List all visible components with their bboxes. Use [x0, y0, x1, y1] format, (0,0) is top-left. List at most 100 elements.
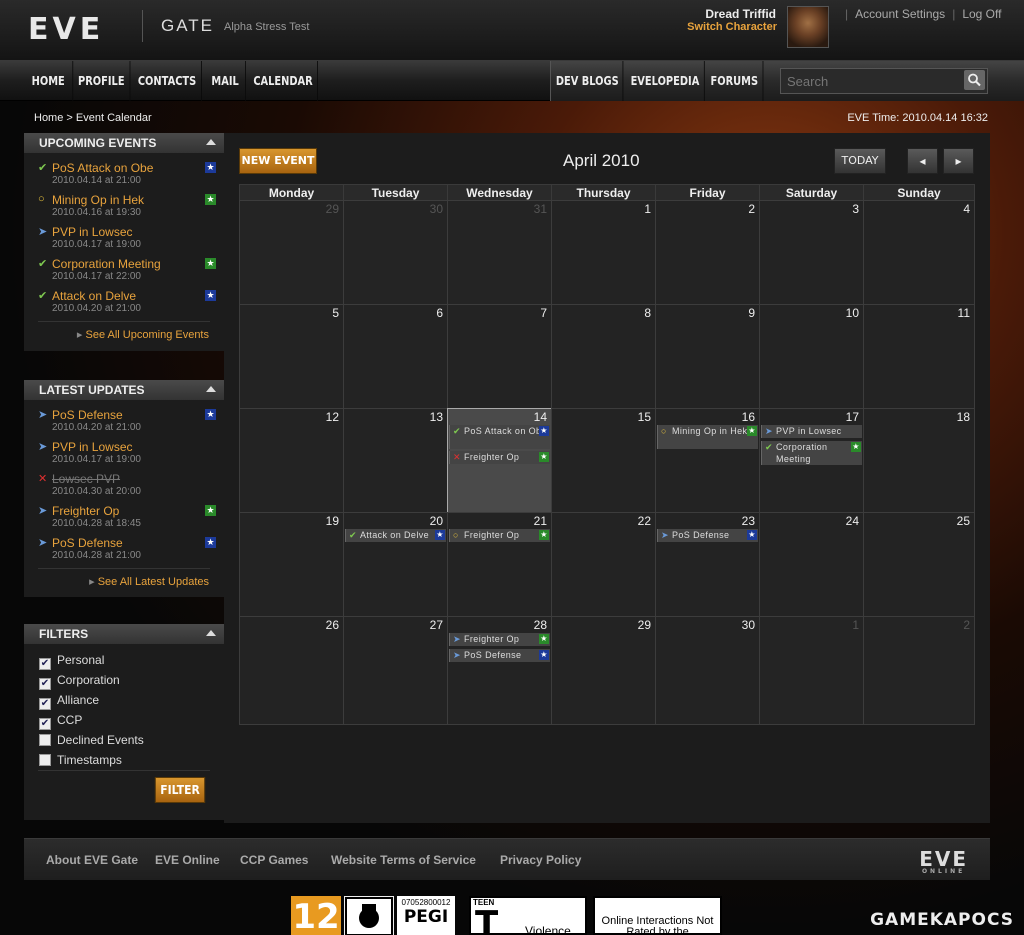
calendar-event[interactable]: ✔ Corporation Meeting ★	[761, 441, 862, 465]
day-cell[interactable]: 4	[863, 200, 975, 305]
footer-link-about[interactable]: About EVE Gate	[46, 853, 138, 867]
nav-forums[interactable]: FORUMS	[706, 61, 764, 101]
day-cell[interactable]: 29	[239, 200, 344, 305]
footer-link-ccp-games[interactable]: CCP Games	[240, 853, 308, 867]
list-item[interactable]: ○ Mining Op in Hek 2010.04.16 at 19:30 ★	[24, 191, 224, 223]
filter-alliance[interactable]: ✔ Alliance	[24, 690, 224, 710]
search-input[interactable]	[780, 68, 988, 94]
day-cell[interactable]: 18	[863, 408, 975, 513]
calendar-event[interactable]: ○ Freighter Op ★	[449, 529, 550, 542]
footer-link-terms[interactable]: Website Terms of Service	[331, 853, 476, 867]
day-cell[interactable]: 17 ➤ PVP in Lowsec ✔ Corporation Meeting ★	[759, 408, 864, 513]
day-cell[interactable]: 12	[239, 408, 344, 513]
day-cell[interactable]: 7	[447, 304, 552, 409]
calendar-event[interactable]: ○ Mining Op in Hek ★	[657, 425, 758, 449]
breadcrumb[interactable]: Home > Event Calendar	[34, 112, 152, 124]
filter-ccp[interactable]: ✔ CCP	[24, 710, 224, 730]
list-item[interactable]: ➤ PVP in Lowsec 2010.04.17 at 19:00	[24, 438, 224, 470]
calendar-event[interactable]: ➤ PVP in Lowsec	[761, 425, 862, 438]
calendar-event[interactable]: ✕ Freighter Op ★	[449, 451, 550, 464]
next-month-button[interactable]: ▸	[943, 148, 974, 174]
day-cell[interactable]: 3	[759, 200, 864, 305]
search-button[interactable]	[964, 70, 985, 90]
checkbox[interactable]: ✔	[39, 718, 51, 730]
event-title[interactable]: Corporation Meeting	[52, 255, 224, 271]
day-cell[interactable]: 16 ○ Mining Op in Hek ★	[655, 408, 760, 513]
day-cell[interactable]: 29	[551, 616, 656, 725]
latest-updates-header[interactable]: LATEST UPDATES	[24, 380, 224, 400]
day-cell[interactable]: 28 ➤ Freighter Op ★ ➤ PoS Defense ★	[447, 616, 552, 725]
calendar-event[interactable]: ➤ PoS Defense ★	[657, 529, 758, 542]
collapse-icon[interactable]	[206, 630, 216, 636]
day-cell[interactable]: 22	[551, 512, 656, 617]
day-cell[interactable]: 15	[551, 408, 656, 513]
day-cell[interactable]: 5	[239, 304, 344, 409]
event-title[interactable]: PoS Defense	[52, 406, 224, 422]
footer-eve-logo[interactable]: EVE ONLINE	[919, 847, 968, 875]
list-item[interactable]: ➤ PoS Defense 2010.04.28 at 21:00 ★	[24, 534, 224, 566]
day-cell[interactable]: 30	[655, 616, 760, 725]
day-cell[interactable]: 30	[343, 200, 448, 305]
checkbox[interactable]: ✔	[39, 678, 51, 690]
calendar-event[interactable]: ➤ PoS Defense ★	[449, 649, 550, 662]
list-item[interactable]: ✔ Corporation Meeting 2010.04.17 at 22:00 ★	[24, 255, 224, 287]
nav-dev-blogs[interactable]: DEV BLOGS	[552, 61, 624, 101]
prev-month-button[interactable]: ◂	[907, 148, 938, 174]
list-item[interactable]: ✕ Lowsec PVP 2010.04.30 at 20:00	[24, 470, 224, 502]
collapse-icon[interactable]	[206, 386, 216, 392]
event-title[interactable]: PoS Attack on Obe	[52, 159, 224, 175]
nav-contacts[interactable]: CONTACTS	[133, 61, 202, 101]
day-cell[interactable]: 6	[343, 304, 448, 409]
day-cell[interactable]: 8	[551, 304, 656, 409]
checkbox[interactable]	[39, 734, 51, 746]
day-cell[interactable]: 2	[655, 200, 760, 305]
event-title[interactable]: Freighter Op	[52, 502, 224, 518]
list-item[interactable]: ➤ PoS Defense 2010.04.20 at 21:00 ★	[24, 406, 224, 438]
filter-corporation[interactable]: ✔ Corporation	[24, 670, 224, 690]
day-cell-today[interactable]: 14 ✔ PoS Attack on Obe ★ ✕ Freighter Op ★	[447, 408, 552, 513]
upcoming-events-header[interactable]: UPCOMING EVENTS	[24, 133, 224, 153]
day-cell[interactable]: 10	[759, 304, 864, 409]
today-button[interactable]: TODAY	[834, 148, 886, 174]
filter-declined[interactable]: Declined Events	[24, 730, 224, 750]
day-cell[interactable]: 24	[759, 512, 864, 617]
day-cell[interactable]: 1	[551, 200, 656, 305]
list-item[interactable]: ✔ Attack on Delve 2010.04.20 at 21:00 ★	[24, 287, 224, 319]
event-title[interactable]: PVP in Lowsec	[52, 223, 224, 239]
nav-profile[interactable]: PROFILE	[73, 61, 131, 101]
eve-logo[interactable]: EVE	[28, 12, 104, 47]
day-cell[interactable]: 13	[343, 408, 448, 513]
day-cell[interactable]: 1	[759, 616, 864, 725]
account-settings-link[interactable]: Account Settings	[855, 7, 945, 21]
list-item[interactable]: ✔ PoS Attack on Obe 2010.04.14 at 21:00 ★	[24, 159, 224, 191]
day-cell[interactable]: 26	[239, 616, 344, 725]
nav-mail[interactable]: MAIL	[205, 61, 246, 101]
list-item[interactable]: ➤ Freighter Op 2010.04.28 at 18:45 ★	[24, 502, 224, 534]
event-title[interactable]: Lowsec PVP	[52, 470, 224, 486]
event-title[interactable]: Attack on Delve	[52, 287, 224, 303]
new-event-button[interactable]: NEW EVENT	[239, 148, 317, 174]
event-title[interactable]: PoS Defense	[52, 534, 224, 550]
calendar-event[interactable]: ✔ Attack on Delve ★	[345, 529, 446, 542]
nav-evelopedia[interactable]: EVELOPEDIA	[626, 61, 705, 101]
event-title[interactable]: Mining Op in Hek	[52, 191, 224, 207]
day-cell[interactable]: 20 ✔ Attack on Delve ★	[343, 512, 448, 617]
avatar[interactable]	[787, 6, 829, 48]
day-cell[interactable]: 2	[863, 616, 975, 725]
day-cell[interactable]: 9	[655, 304, 760, 409]
calendar-event[interactable]: ✔ PoS Attack on Obe ★	[449, 425, 550, 449]
collapse-icon[interactable]	[206, 139, 216, 145]
day-cell[interactable]: 19	[239, 512, 344, 617]
day-cell[interactable]: 25	[863, 512, 975, 617]
checkbox[interactable]: ✔	[39, 698, 51, 710]
day-cell[interactable]: 11	[863, 304, 975, 409]
day-cell[interactable]: 27	[343, 616, 448, 725]
event-title[interactable]: PVP in Lowsec	[52, 438, 224, 454]
switch-character-link[interactable]: Switch Character	[687, 21, 777, 33]
footer-link-eve-online[interactable]: EVE Online	[155, 853, 220, 867]
filter-timestamps[interactable]: Timestamps	[24, 750, 224, 770]
see-all-upcoming-link[interactable]: ▸ See All Upcoming Events	[24, 328, 224, 341]
filters-header[interactable]: FILTERS	[24, 624, 224, 644]
list-item[interactable]: ➤ PVP in Lowsec 2010.04.17 at 19:00	[24, 223, 224, 255]
nav-calendar[interactable]: CALENDAR	[249, 61, 318, 101]
